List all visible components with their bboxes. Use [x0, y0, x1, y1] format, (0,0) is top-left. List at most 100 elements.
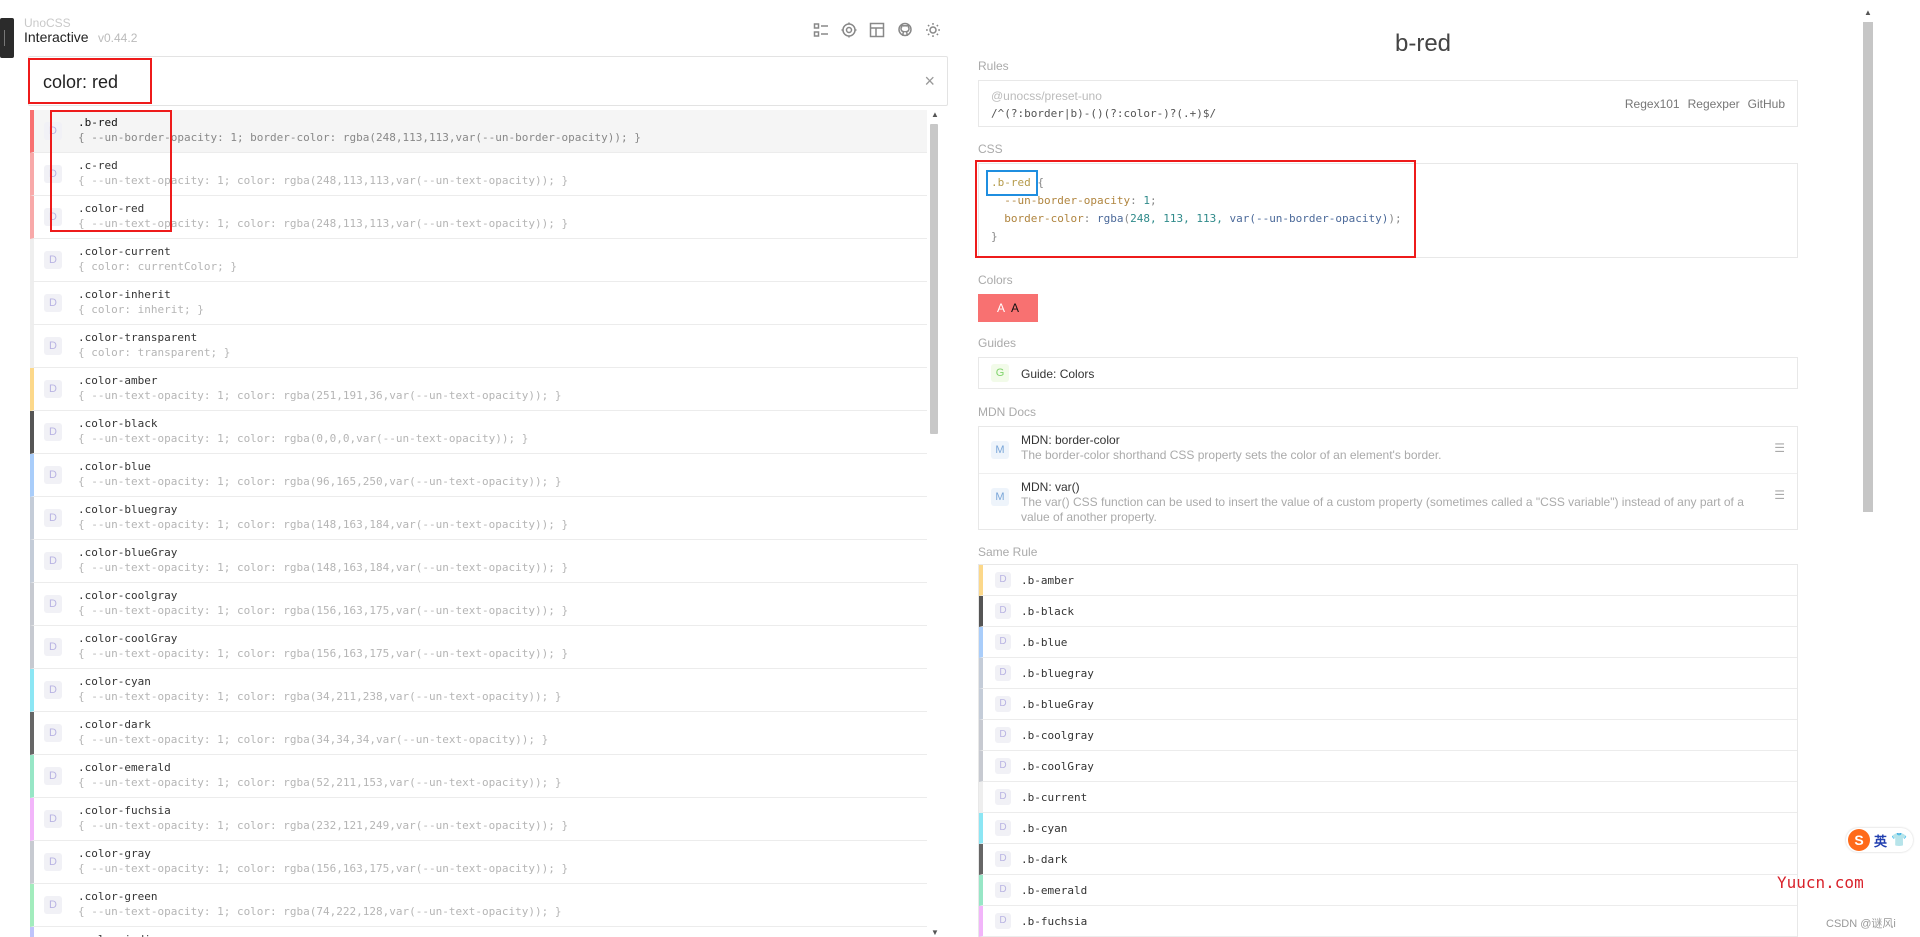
app-version: v0.44.2 — [98, 31, 138, 45]
result-row[interactable]: D .color-gray { --un-text-opacity: 1; colo… — [30, 841, 927, 884]
result-name: .color-dark — [78, 718, 151, 731]
mdn-desc: The border-color shorthand CSS property … — [1021, 448, 1442, 462]
css-code: .b-red { --un-border-opacity: 1; border-… — [991, 176, 1402, 243]
result-row[interactable]: D .color-transparent { color: transparent;… — [30, 325, 927, 368]
result-row[interactable]: D .c-red { --un-text-opacity: 1; color: rg… — [30, 153, 927, 196]
same-rule-row[interactable]: D .b-coolGray — [979, 751, 1797, 782]
mdn-label: MDN Docs — [978, 405, 1037, 419]
mdn-title[interactable]: MDN: border-color — [1021, 433, 1120, 447]
result-body: { --un-text-opacity: 1; color: rgba(156,… — [78, 647, 569, 660]
app-logo — [0, 18, 14, 58]
result-row[interactable]: D .color-cyan { --un-text-opacity: 1; colo… — [30, 669, 927, 712]
ime-language[interactable]: 英 — [1874, 831, 1887, 850]
result-name: .color-black — [78, 417, 158, 430]
same-rule-row[interactable]: D .b-blueGray — [979, 689, 1797, 720]
result-row[interactable]: D .color-inherit { color: inherit; } — [30, 282, 927, 325]
same-rule-row[interactable]: D .b-coolgray — [979, 720, 1797, 751]
same-rule-badge-icon: D — [995, 913, 1011, 929]
css-label: CSS — [978, 142, 1003, 156]
guide-badge: G — [991, 364, 1009, 382]
result-badge-icon: D — [44, 810, 62, 828]
same-rule-badge-icon: D — [995, 665, 1011, 681]
same-rule-row[interactable]: D .b-bluegray — [979, 658, 1797, 689]
page-scrollbar[interactable]: ▲ — [1862, 8, 1874, 937]
result-name: .c-red — [78, 159, 118, 172]
rules-regex: /^(?:border|b)-()(?:color-)?(.+)$/ — [991, 107, 1217, 120]
same-rule-name: .b-coolgray — [1021, 729, 1094, 742]
regexper-link[interactable]: Regexper — [1688, 97, 1740, 111]
github-icon[interactable] — [896, 21, 914, 39]
same-rule-row[interactable]: D .b-blue — [979, 627, 1797, 658]
result-body: { --un-text-opacity: 1; color: rgba(34,3… — [78, 733, 549, 746]
mdn-title[interactable]: MDN: var() — [1021, 480, 1080, 494]
gear-icon[interactable] — [840, 21, 858, 39]
result-row[interactable]: D .color-current { color: currentColor; } — [30, 239, 927, 282]
github-link[interactable]: GitHub — [1748, 97, 1785, 111]
same-rule-badge-icon: D — [995, 696, 1011, 712]
result-row[interactable]: D.color-indigo{ --un-text-opacity: 1; co… — [30, 927, 927, 937]
results-scrollbar[interactable]: ▲ ▼ — [928, 110, 940, 937]
result-badge-icon: D — [44, 638, 62, 656]
result-row[interactable]: D .color-black { --un-text-opacity: 1; col… — [30, 411, 927, 454]
result-name: .b-red — [78, 116, 118, 129]
result-badge-icon: D — [44, 122, 62, 140]
result-row[interactable]: D .color-blueGray { --un-text-opacity: 1; … — [30, 540, 927, 583]
same-rule-row[interactable]: D .b-fuchsia — [979, 906, 1797, 937]
sun-icon[interactable] — [924, 21, 942, 39]
same-rule-row[interactable]: D .b-cyan — [979, 813, 1797, 844]
regex101-link[interactable]: Regex101 — [1625, 97, 1680, 111]
result-name: .color-transparent — [78, 331, 198, 344]
rules-label: Rules — [978, 59, 1009, 73]
site-watermark: Yuucn.com — [1777, 873, 1864, 892]
result-row[interactable]: D .color-blue { --un-text-opacity: 1; colo… — [30, 454, 927, 497]
result-row[interactable]: D .color-coolgray { --un-text-opacity: 1; … — [30, 583, 927, 626]
result-body: { --un-text-opacity: 1; color: rgba(74,2… — [78, 905, 562, 918]
result-badge-icon: D — [44, 552, 62, 570]
menu-icon[interactable]: ☰ — [1774, 488, 1785, 502]
result-body: { --un-text-opacity: 1; color: rgba(96,1… — [78, 475, 562, 488]
result-row[interactable]: D .color-coolGray { --un-text-opacity: 1; … — [30, 626, 927, 669]
same-rule-badge-icon: D — [995, 727, 1011, 743]
result-name: .color-current — [78, 245, 171, 258]
scroll-down-icon[interactable]: ▼ — [931, 928, 939, 937]
scroll-thumb[interactable] — [1863, 22, 1873, 512]
list-icon[interactable] — [812, 21, 830, 39]
result-badge-icon: D — [44, 466, 62, 484]
scroll-up-icon[interactable]: ▲ — [1864, 8, 1872, 17]
result-row[interactable]: D .b-red { --un-border-opacity: 1; border-… — [30, 110, 927, 153]
result-row[interactable]: D .color-green { --un-text-opacity: 1; col… — [30, 884, 927, 927]
same-rule-row[interactable]: D .b-amber — [979, 565, 1797, 596]
result-row[interactable]: D .color-red { --un-text-opacity: 1; color… — [30, 196, 927, 239]
same-rule-row[interactable]: D .b-emerald — [979, 875, 1797, 906]
result-row[interactable]: D .color-bluegray { --un-text-opacity: 1; … — [30, 497, 927, 540]
clear-icon[interactable]: × — [924, 72, 935, 90]
guide-link[interactable]: Guide: Colors — [1021, 367, 1094, 381]
menu-icon[interactable]: ☰ — [1774, 441, 1785, 455]
result-body: { --un-text-opacity: 1; color: rgba(148,… — [78, 561, 569, 574]
result-row[interactable]: D .color-fuchsia { --un-text-opacity: 1; c… — [30, 798, 927, 841]
result-body: { --un-text-opacity: 1; color: rgba(232,… — [78, 819, 569, 832]
scroll-up-icon[interactable]: ▲ — [931, 110, 939, 119]
result-body: { --un-text-opacity: 1; color: rgba(156,… — [78, 862, 569, 875]
result-row[interactable]: D .color-emerald { --un-text-opacity: 1; c… — [30, 755, 927, 798]
guide-card[interactable]: G Guide: Colors — [978, 357, 1798, 389]
ime-toolbar[interactable]: S 英 👕 — [1846, 828, 1914, 852]
css-selector: .b-red — [991, 176, 1031, 189]
same-rule-row[interactable]: D .b-current — [979, 782, 1797, 813]
result-name: .color-blue — [78, 460, 151, 473]
ime-skin-icon[interactable]: 👕 — [1891, 832, 1907, 848]
same-rule-label: Same Rule — [978, 545, 1038, 559]
scroll-thumb[interactable] — [930, 124, 938, 434]
same-rule-row[interactable]: D .b-black — [979, 596, 1797, 627]
result-name: .color-blueGray — [78, 546, 178, 559]
result-row[interactable]: D .color-amber { --un-text-opacity: 1; col… — [30, 368, 927, 411]
mdn-item-border-color[interactable]: M MDN: border-color The border-color sho… — [979, 427, 1797, 473]
mdn-item-var[interactable]: M MDN: var() The var() CSS function can … — [979, 473, 1797, 529]
same-rule-row[interactable]: D .b-dark — [979, 844, 1797, 875]
result-row[interactable]: D .color-dark { --un-text-opacity: 1; colo… — [30, 712, 927, 755]
colors-label: Colors — [978, 273, 1013, 287]
layout-icon[interactable] — [868, 21, 886, 39]
ime-logo-icon[interactable]: S — [1848, 829, 1870, 851]
same-rule-badge-icon: D — [995, 789, 1011, 805]
search-input[interactable] — [43, 69, 743, 95]
